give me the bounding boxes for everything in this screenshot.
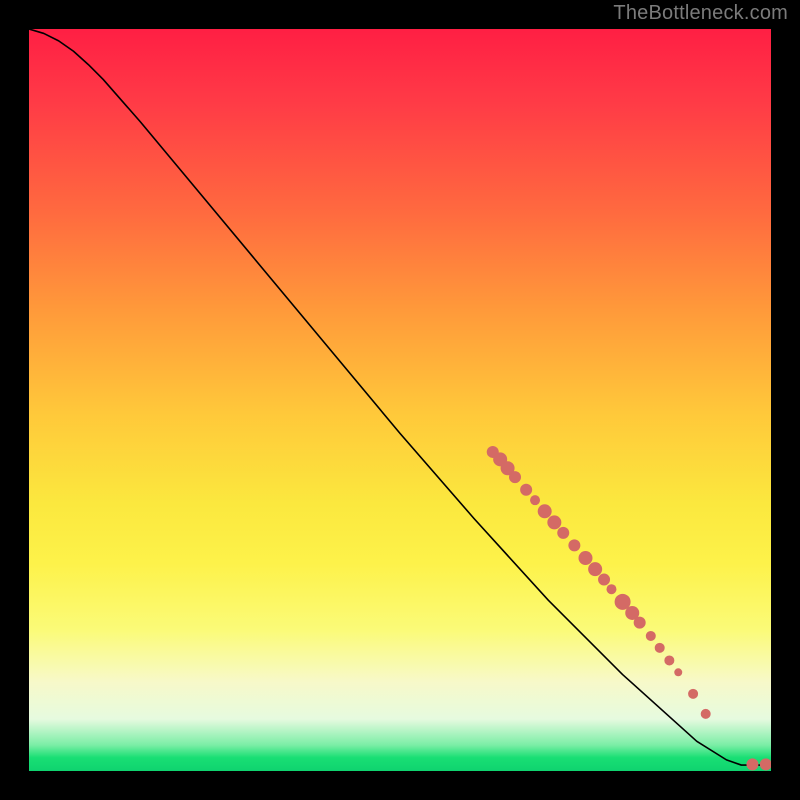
plot-area [29,29,771,771]
marker-dot [655,643,665,653]
marker-dot [746,758,758,770]
marker-dot [509,471,521,483]
marker-dot [701,709,711,719]
marker-dot [598,574,610,586]
marker-dot [547,515,561,529]
marker-dot [634,617,646,629]
marker-dot [606,584,616,594]
chart-stage: TheBottleneck.com [0,0,800,800]
watermark-text: TheBottleneck.com [613,2,788,25]
marker-dot [664,655,674,665]
bottleneck-curve [29,29,771,765]
marker-dot [688,689,698,699]
marker-dot [674,668,682,676]
marker-dot [579,551,593,565]
marker-dot [760,758,771,770]
chart-svg [29,29,771,771]
marker-dot [530,495,540,505]
marker-dot [568,539,580,551]
marker-dot [588,562,602,576]
marker-dot [557,527,569,539]
marker-dot [646,631,656,641]
marker-group [487,446,771,770]
marker-dot [520,484,532,496]
marker-dot [538,504,552,518]
